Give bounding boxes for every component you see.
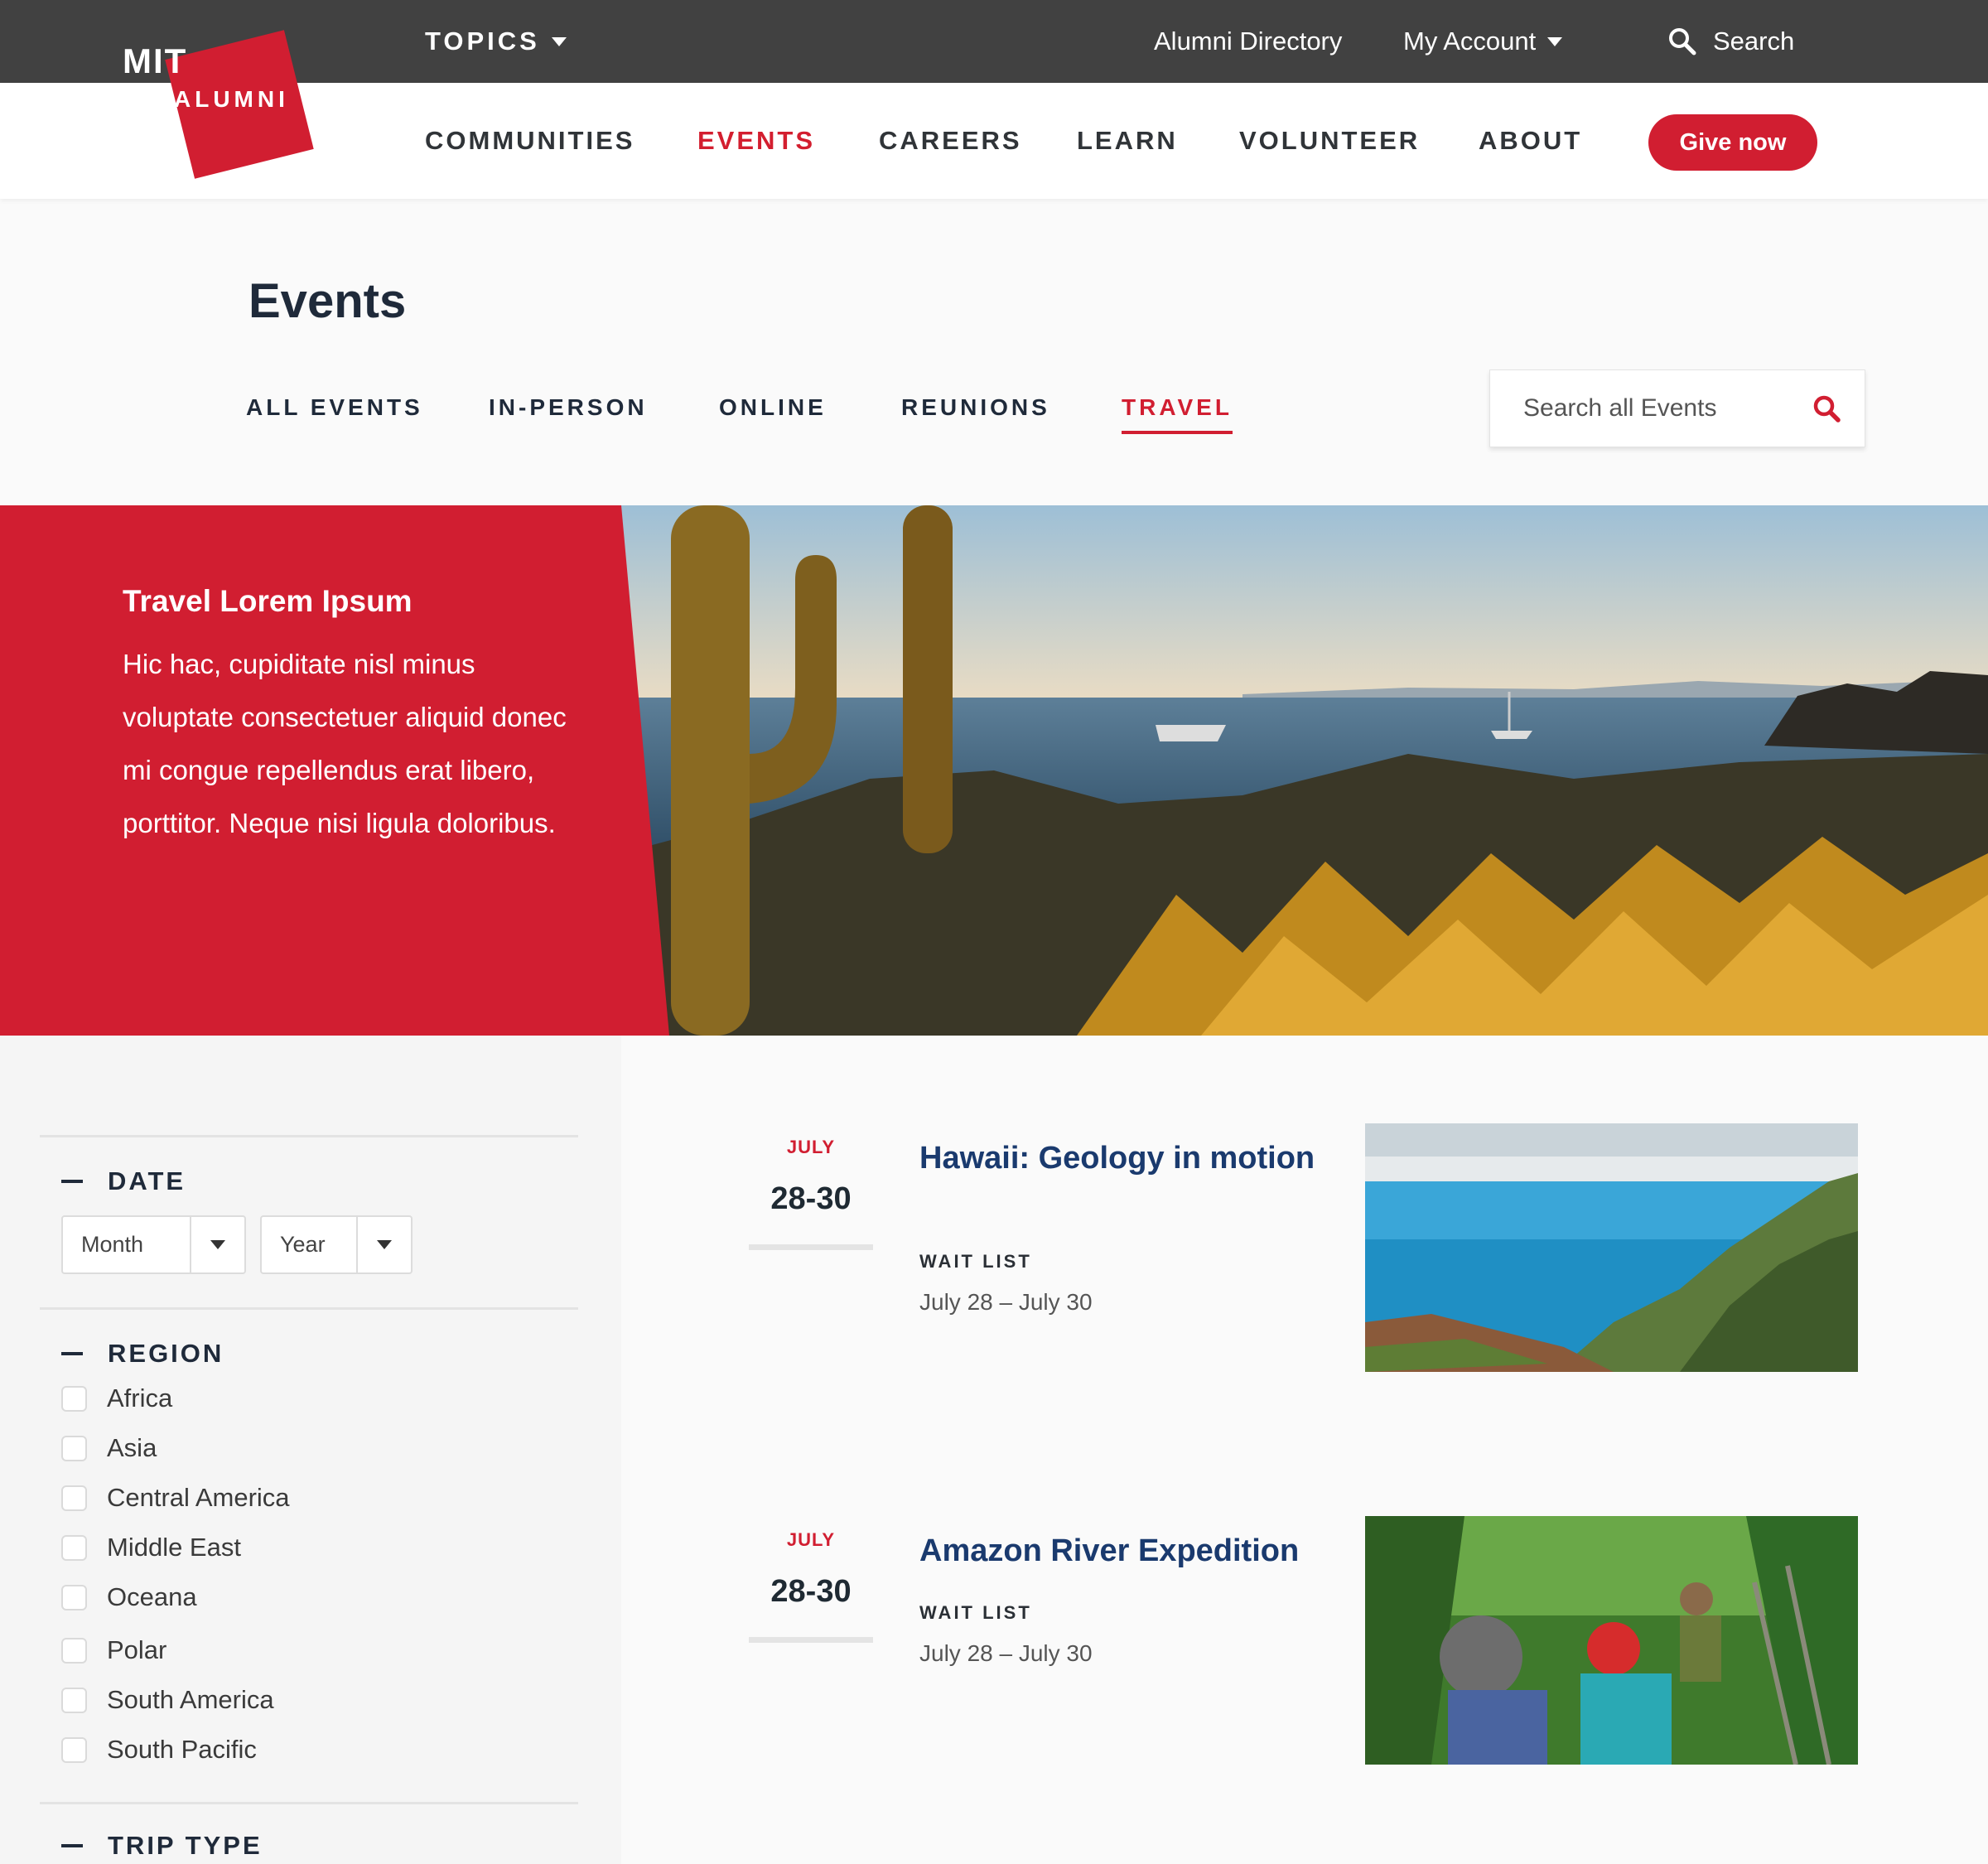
minus-icon xyxy=(61,1844,83,1847)
tab-travel[interactable]: TRAVEL xyxy=(1122,394,1233,434)
checkbox[interactable] xyxy=(61,1385,87,1412)
my-account-label: My Account xyxy=(1403,27,1537,56)
event-status: WAIT LIST xyxy=(919,1251,1032,1272)
logo-mit-text: MIT xyxy=(123,41,188,80)
region-option-label: South America xyxy=(107,1685,274,1714)
month-select-value: Month xyxy=(81,1232,144,1257)
hero-title: Travel Lorem Ipsum xyxy=(123,584,413,618)
event-title-link[interactable]: Amazon River Expedition xyxy=(919,1531,1350,1571)
tab-online[interactable]: ONLINE xyxy=(719,394,827,421)
nav-communities[interactable]: COMMUNITIES xyxy=(425,83,635,199)
region-option-africa[interactable]: Africa xyxy=(61,1382,172,1415)
filter-trip-type-toggle[interactable]: TRIP TYPE xyxy=(61,1831,263,1861)
month-select[interactable]: Month xyxy=(61,1215,246,1274)
event-days: 28-30 xyxy=(770,1181,852,1216)
give-now-button[interactable]: Give now xyxy=(1648,114,1817,171)
event-month: JULY xyxy=(786,1529,836,1550)
search-label: Search xyxy=(1713,27,1795,56)
checkbox[interactable] xyxy=(61,1485,87,1511)
region-option-oceana[interactable]: Oceana xyxy=(61,1581,197,1614)
event-search-input[interactable] xyxy=(1522,394,1803,423)
filter-date-toggle[interactable]: DATE xyxy=(61,1166,186,1196)
region-option-asia[interactable]: Asia xyxy=(61,1432,157,1465)
event-dates: July 28 – July 30 xyxy=(919,1289,1093,1315)
checkbox[interactable] xyxy=(61,1637,87,1664)
event-search-box xyxy=(1489,369,1865,447)
filter-trip-type-heading: TRIP TYPE xyxy=(108,1831,263,1860)
my-account-menu[interactable]: My Account xyxy=(1403,0,1563,83)
filter-region-toggle[interactable]: REGION xyxy=(61,1339,224,1369)
nav-about[interactable]: ABOUT xyxy=(1479,83,1582,199)
alumni-directory-link[interactable]: Alumni Directory xyxy=(1154,0,1342,83)
region-option-central-america[interactable]: Central America xyxy=(61,1481,290,1514)
date-card-underline xyxy=(749,1637,873,1643)
region-option-label: Oceana xyxy=(107,1582,197,1611)
divider xyxy=(40,1802,578,1804)
caret-down-icon xyxy=(551,36,567,46)
region-option-south-pacific[interactable]: South Pacific xyxy=(61,1733,257,1766)
region-option-label: Asia xyxy=(107,1433,157,1462)
logo-alumni-text: ALUMNI xyxy=(174,86,289,112)
nav-careers[interactable]: CAREERS xyxy=(879,83,1022,199)
region-option-label: Polar xyxy=(107,1635,167,1664)
region-option-south-america[interactable]: South America xyxy=(61,1683,274,1717)
event-days: 28-30 xyxy=(770,1574,852,1609)
checkbox[interactable] xyxy=(61,1584,87,1610)
checkbox[interactable] xyxy=(61,1687,87,1713)
page-title: Events xyxy=(248,274,407,328)
rainforest-bridge-photo xyxy=(1365,1516,1858,1765)
caret-down-icon xyxy=(190,1217,244,1272)
year-select-value: Year xyxy=(280,1232,326,1257)
event-date-card: JULY 28-30 xyxy=(749,1118,873,1251)
minus-icon xyxy=(61,1352,83,1355)
year-select[interactable]: Year xyxy=(260,1215,413,1274)
search-icon[interactable] xyxy=(1813,395,1841,423)
coastal-cliffs-photo xyxy=(1365,1123,1858,1372)
event-dates: July 28 – July 30 xyxy=(919,1640,1093,1666)
event-image-coastal-cliffs[interactable] xyxy=(1365,1123,1858,1372)
tab-reunions[interactable]: REUNIONS xyxy=(901,394,1050,421)
region-option-label: South Pacific xyxy=(107,1735,257,1764)
caret-down-icon xyxy=(356,1217,411,1272)
divider xyxy=(40,1307,578,1310)
nav-volunteer[interactable]: VOLUNTEER xyxy=(1239,83,1420,199)
nav-events[interactable]: EVENTS xyxy=(697,83,815,199)
topics-menu[interactable]: TOPICS xyxy=(425,0,567,83)
caret-down-icon xyxy=(1547,36,1563,46)
region-option-label: Middle East xyxy=(107,1533,241,1562)
date-card-underline xyxy=(749,1244,873,1250)
region-option-label: Central America xyxy=(107,1483,290,1512)
event-title-link[interactable]: Hawaii: Geology in motion xyxy=(919,1138,1317,1178)
checkbox[interactable] xyxy=(61,1736,87,1763)
nav-learn[interactable]: LEARN xyxy=(1077,83,1178,199)
mit-alumni-logo[interactable]: MIT ALUMNI xyxy=(116,30,315,179)
event-image-rainforest[interactable] xyxy=(1365,1516,1858,1765)
hero-banner: Travel Lorem Ipsum Hic hac, cupiditate n… xyxy=(0,505,1988,1036)
topics-label: TOPICS xyxy=(425,27,540,56)
region-option-polar[interactable]: Polar xyxy=(61,1634,166,1667)
event-card[interactable]: JULY 28-30 Amazon River Expedition WAIT … xyxy=(621,1511,1988,1765)
region-option-middle-east[interactable]: Middle East xyxy=(61,1531,241,1564)
minus-icon xyxy=(61,1180,83,1183)
tab-in-person[interactable]: IN-PERSON xyxy=(489,394,648,421)
event-card[interactable]: JULY 28-30 Hawaii: Geology in motion WAI… xyxy=(621,1118,1988,1372)
checkbox[interactable] xyxy=(61,1435,87,1461)
tab-all-events[interactable]: ALL EVENTS xyxy=(246,394,423,421)
search-icon xyxy=(1669,28,1696,56)
event-month: JULY xyxy=(786,1137,836,1157)
hero-body-text: Hic hac, cupiditate nisl minus voluptate… xyxy=(123,649,567,838)
filter-date-heading: DATE xyxy=(108,1166,186,1195)
divider xyxy=(40,1135,578,1137)
event-date-card: JULY 28-30 xyxy=(749,1511,873,1644)
filter-region-heading: REGION xyxy=(108,1339,224,1368)
checkbox[interactable] xyxy=(61,1534,87,1561)
site-search-link[interactable]: Search xyxy=(1668,0,1794,83)
event-status: WAIT LIST xyxy=(919,1602,1032,1623)
region-option-label: Africa xyxy=(107,1384,173,1412)
